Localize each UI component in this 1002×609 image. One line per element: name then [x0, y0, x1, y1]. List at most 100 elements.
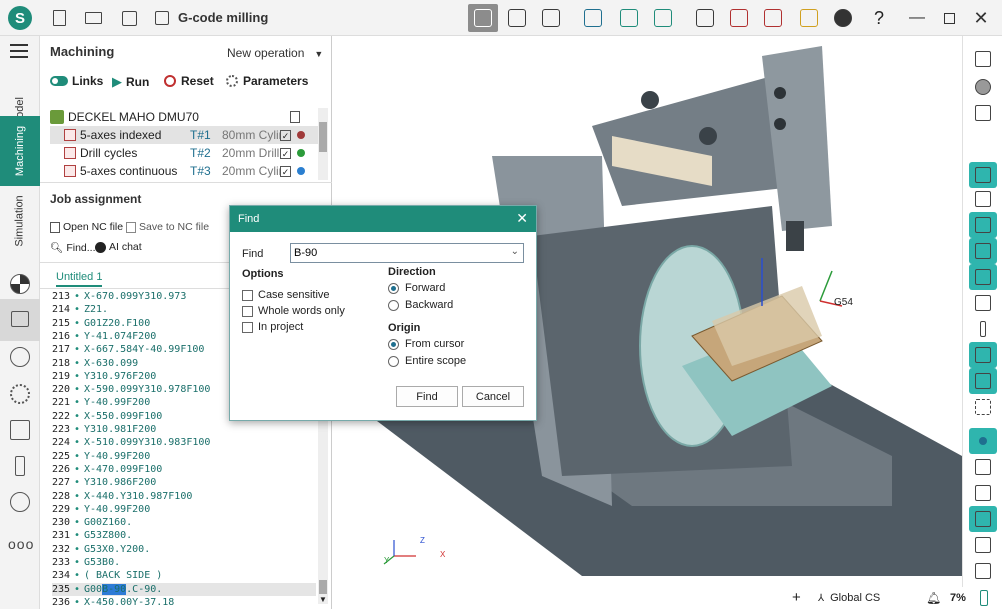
code-line[interactable]: 229 • Y-40.99F200 — [52, 503, 316, 516]
ai-assistant-button[interactable] — [828, 4, 858, 32]
parameters-button[interactable]: Parameters — [226, 74, 308, 88]
code-line[interactable]: 226 • X-470.099F100 — [52, 463, 316, 476]
reset-button[interactable]: Reset — [164, 74, 214, 88]
simulation-tool-button[interactable] — [502, 4, 532, 32]
new-file-button[interactable] — [46, 0, 72, 36]
code-line[interactable]: 230 • G00Z160. — [52, 516, 316, 529]
fixture-button[interactable] — [969, 264, 997, 290]
tab-untitled-1[interactable]: Untitled 1 — [56, 271, 103, 287]
cancel-button[interactable]: Cancel — [462, 386, 524, 407]
chevron-down-icon[interactable]: ⌄ — [511, 246, 519, 257]
line-number: 228 — [52, 490, 71, 502]
new-operation-dropdown[interactable]: New operation ▼ — [227, 46, 323, 60]
fit-view-button[interactable] — [969, 46, 997, 72]
layers-button[interactable] — [794, 4, 824, 32]
postprocessor-button[interactable] — [648, 4, 678, 32]
workpiece-button[interactable] — [969, 238, 997, 264]
info-icon[interactable] — [10, 492, 30, 512]
app-logo[interactable]: S — [8, 6, 32, 30]
sheet-button[interactable] — [724, 4, 754, 32]
chart-button[interactable] — [758, 4, 788, 32]
code-line[interactable]: 223 • Y310.981F200 — [52, 423, 316, 436]
find-button[interactable]: Find — [396, 386, 458, 407]
ai-chat-button[interactable]: AI chat — [95, 241, 142, 253]
operation-row[interactable]: 5-axes continuous T#3 20mm Cylir ✓ — [50, 162, 322, 180]
run-button[interactable]: ▶ Run — [112, 74, 149, 90]
view-cube-button[interactable] — [969, 100, 997, 126]
machining-tool-button[interactable] — [468, 4, 498, 32]
maximize-button[interactable] — [934, 0, 964, 36]
report-button[interactable] — [614, 4, 644, 32]
entire-scope-radio[interactable] — [388, 356, 399, 367]
minimize-button[interactable]: — — [902, 0, 932, 36]
tool-library-button[interactable] — [536, 4, 566, 32]
stock-button[interactable] — [969, 342, 997, 368]
find-button[interactable]: 🔍︎ Find... — [50, 241, 96, 255]
tab-machining[interactable]: Machining — [0, 116, 40, 186]
find-combobox[interactable]: ⌄ — [290, 243, 524, 263]
code-line[interactable]: 236 • X-450.00Y-37.18 — [52, 596, 316, 609]
spindle-button[interactable] — [969, 186, 997, 212]
operation-row[interactable]: Drill cycles T#2 20mm Drill ✓ — [50, 144, 322, 162]
part-button[interactable] — [969, 368, 997, 394]
layer-button[interactable] — [969, 558, 997, 584]
code-line[interactable]: 224 • X-510.099Y310.983F100 — [52, 436, 316, 449]
hatch-button[interactable] — [969, 394, 997, 420]
open-nc-button[interactable]: Open NC file — [50, 221, 123, 233]
machine-node[interactable]: DECKEL MAHO DMU70 — [50, 108, 322, 126]
backward-radio[interactable] — [388, 300, 399, 311]
find-label: Find — [242, 248, 264, 260]
code-line[interactable]: 234 •( BACK SIDE ) — [52, 569, 316, 582]
help-button[interactable]: ? — [864, 4, 894, 32]
close-button[interactable]: ✕ — [966, 0, 996, 36]
global-cs-selector[interactable]: ⅄ Global CS — [818, 592, 880, 604]
sheet-button[interactable] — [969, 532, 997, 558]
bell-icon[interactable]: 🔔︎ — [926, 591, 941, 605]
code-line[interactable]: 233 • G53B0. — [52, 556, 316, 569]
cutter-button[interactable] — [969, 316, 997, 342]
tool-holder-button[interactable] — [969, 212, 997, 238]
nc-code-button[interactable] — [578, 4, 608, 32]
code-line[interactable]: 228 • X-440.Y310.987F100 — [52, 490, 316, 503]
save-nc-button[interactable]: Save to NC file — [126, 221, 209, 233]
tab-simulation[interactable]: Simulation — [0, 186, 40, 256]
hamburger-menu-icon[interactable] — [10, 44, 28, 58]
cutter-icon[interactable] — [15, 456, 25, 476]
machine-side-button[interactable] — [0, 299, 40, 341]
holder-button[interactable] — [969, 290, 997, 316]
open-folder-button[interactable] — [80, 0, 106, 36]
add-icon[interactable]: + — [792, 589, 801, 606]
code-line[interactable]: 225 • Y-40.99F200 — [52, 450, 316, 463]
close-icon[interactable]: ✕ — [516, 210, 528, 227]
gear-icon[interactable] — [10, 384, 30, 404]
more-icon[interactable]: ooo — [8, 536, 34, 552]
mesh-button[interactable] — [969, 506, 997, 532]
save-button[interactable] — [116, 0, 142, 36]
operation-checkbox[interactable]: ✓ — [280, 147, 291, 159]
operation-checkbox[interactable]: ✓ — [280, 129, 291, 141]
library-button[interactable] — [690, 4, 720, 32]
in-project-checkbox[interactable] — [242, 322, 253, 333]
document-button[interactable] — [150, 0, 174, 36]
code-line[interactable]: 235 • G00B-90.C-90. — [52, 582, 316, 596]
machine-part-button[interactable] — [969, 162, 997, 188]
tree-scrollbar[interactable] — [318, 108, 328, 180]
operation-checkbox[interactable]: ✓ — [280, 165, 291, 177]
surface-button[interactable] — [969, 480, 997, 506]
compass-icon[interactable] — [10, 347, 30, 367]
shading-button[interactable] — [969, 74, 997, 100]
whole-words-checkbox[interactable] — [242, 306, 253, 317]
find-input[interactable] — [291, 244, 501, 262]
code-line[interactable]: 232 • G53X0.Y200. — [52, 543, 316, 556]
case-sensitive-checkbox[interactable] — [242, 290, 253, 301]
code-line[interactable]: 231 • G53Z800. — [52, 529, 316, 542]
curve-button[interactable] — [969, 454, 997, 480]
from-cursor-radio[interactable] — [388, 339, 399, 350]
forward-radio[interactable] — [388, 283, 399, 294]
code-line[interactable]: 227 • Y310.986F200 — [52, 476, 316, 489]
links-toggle[interactable]: Links — [50, 74, 103, 88]
fixture-icon[interactable] — [10, 420, 30, 440]
point-button[interactable] — [969, 428, 997, 454]
coordinate-icon[interactable] — [10, 274, 30, 294]
operation-row[interactable]: 5-axes indexed T#1 80mm Cylir ✓ — [50, 126, 322, 144]
